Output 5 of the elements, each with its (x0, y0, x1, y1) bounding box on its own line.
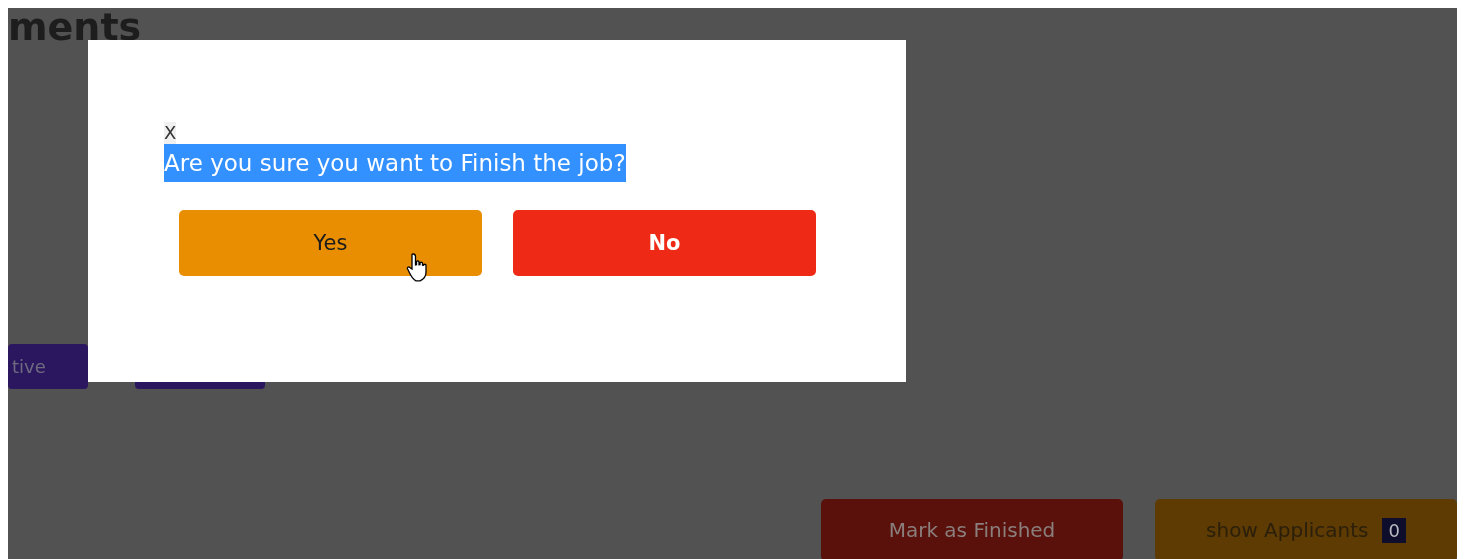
applicant-count-badge: 0 (1382, 517, 1406, 543)
dialog-message: Are you sure you want to Finish the job? (164, 144, 626, 182)
close-button[interactable]: X (164, 122, 177, 144)
mark-finished-button[interactable]: Mark as Finished (821, 499, 1123, 559)
no-button[interactable]: No (513, 210, 816, 276)
